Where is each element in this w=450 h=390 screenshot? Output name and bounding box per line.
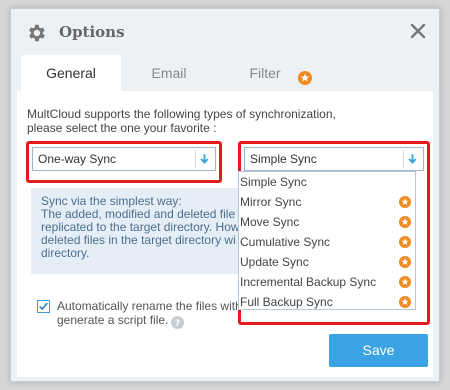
sync-option-label: Update Sync (240, 255, 309, 269)
sync-option-update[interactable]: Update Sync (239, 252, 415, 272)
auto-rename-label: Automatically rename the files with gene… (57, 299, 267, 327)
auto-rename-line: generate a script file. (57, 313, 169, 327)
sync-option-label: Full Backup Sync (240, 295, 333, 309)
intro-line: MultCloud supports the following types o… (27, 107, 336, 121)
svg-text:?: ? (175, 319, 180, 329)
chevron-down-icon (195, 150, 209, 168)
star-icon (399, 296, 411, 308)
auto-rename-line: Automatically rename the files with (57, 299, 242, 313)
close-icon[interactable] (409, 22, 427, 40)
gear-icon (29, 24, 45, 42)
sync-mode-dropdown: Simple Sync Mirror Sync Move Sync Cumula… (238, 171, 416, 310)
sync-option-cumulative[interactable]: Cumulative Sync (239, 232, 415, 252)
sync-intro-text: MultCloud supports the following types o… (27, 107, 357, 135)
tab-general[interactable]: General (21, 55, 121, 91)
sync-option-incremental-backup[interactable]: Incremental Backup Sync (239, 272, 415, 292)
save-button[interactable]: Save (329, 334, 428, 367)
sync-option-simple[interactable]: Simple Sync (239, 172, 415, 192)
sync-option-label: Simple Sync (240, 175, 307, 189)
star-icon (399, 196, 411, 208)
help-icon[interactable]: ? (171, 316, 184, 329)
sync-option-mirror[interactable]: Mirror Sync (239, 192, 415, 212)
star-icon (399, 216, 411, 228)
sync-direction-value: One-way Sync (38, 152, 117, 166)
sync-option-label: Incremental Backup Sync (240, 275, 377, 289)
options-dialog: Options General Email Filter MultCloud s… (10, 8, 440, 382)
sync-option-full-backup[interactable]: Full Backup Sync (239, 292, 415, 309)
sync-option-label: Cumulative Sync (240, 235, 331, 249)
tab-email[interactable]: Email (123, 55, 215, 91)
star-icon (399, 256, 411, 268)
sync-mode-value: Simple Sync (250, 152, 317, 166)
tab-bar: General Email Filter (11, 55, 439, 91)
dialog-title: Options (59, 23, 125, 41)
sync-option-label: Move Sync (240, 215, 300, 229)
star-icon (399, 236, 411, 248)
dialog-titlebar: Options (11, 9, 439, 55)
sync-option-move[interactable]: Move Sync (239, 212, 415, 232)
sync-option-label: Mirror Sync (240, 195, 302, 209)
chevron-down-icon (403, 150, 417, 168)
sync-direction-select[interactable]: One-way Sync (32, 147, 216, 171)
intro-line: please select the one your favorite : (27, 121, 217, 135)
star-icon (298, 71, 312, 85)
sync-mode-select[interactable]: Simple Sync (244, 147, 424, 171)
auto-rename-checkbox[interactable] (37, 300, 50, 313)
star-icon (399, 276, 411, 288)
check-icon (39, 302, 48, 311)
